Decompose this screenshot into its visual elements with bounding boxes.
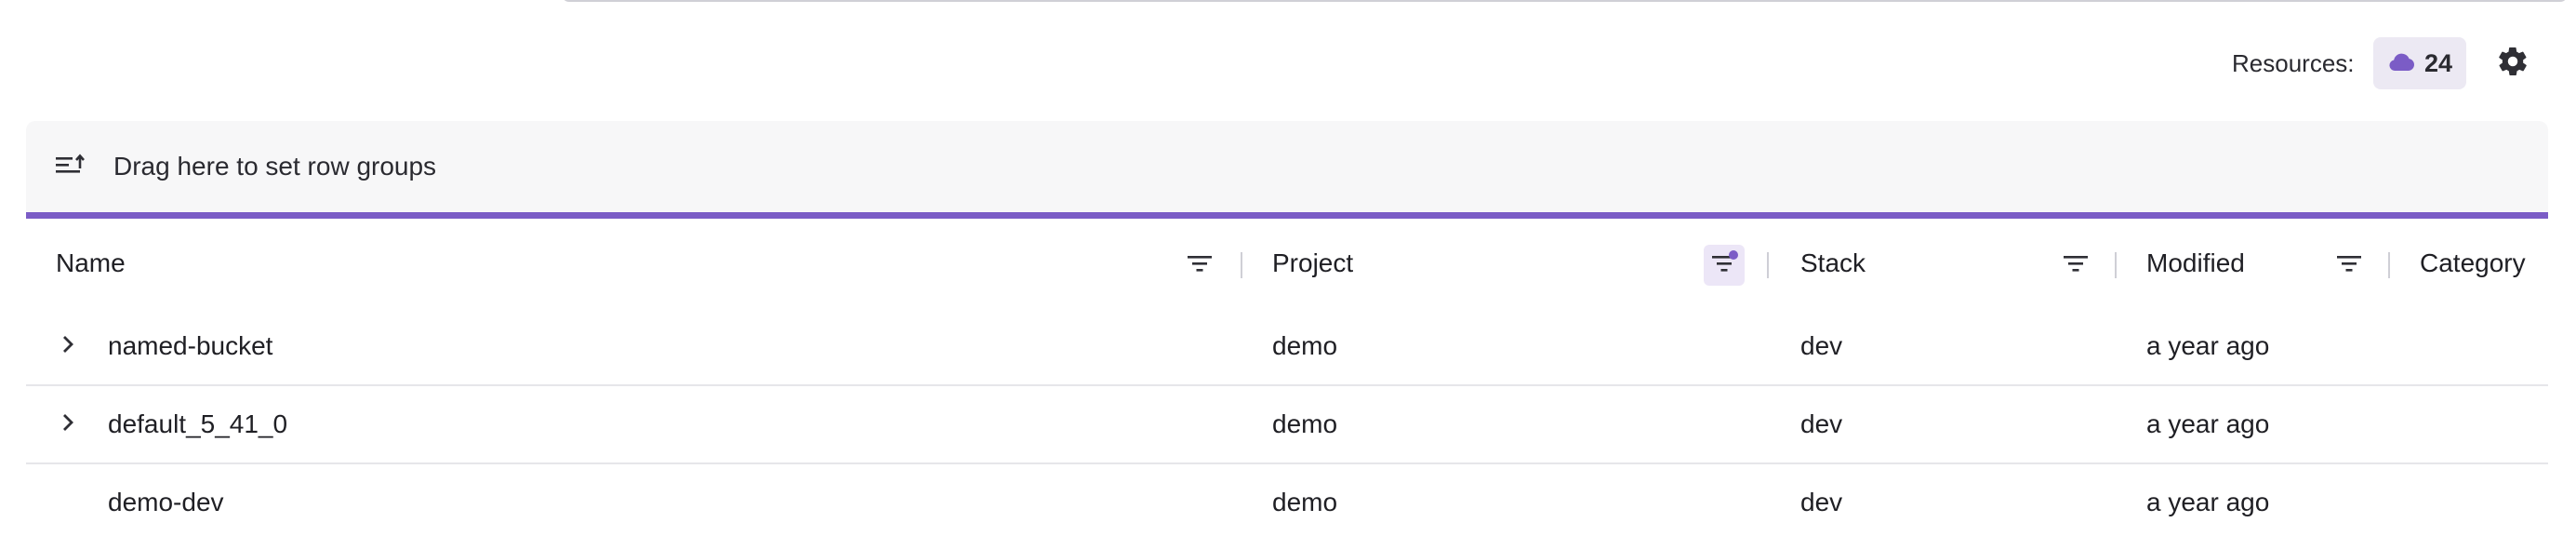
chevron-right-icon	[61, 334, 74, 359]
column-header-stack[interactable]: Stack	[1800, 219, 1866, 308]
cell-name: default_5_41_0	[108, 409, 288, 438]
resources-grid: Drag here to set row groups Name Project	[26, 121, 2548, 536]
column-resize-handle[interactable]	[2388, 252, 2390, 278]
cloud-icon	[2387, 51, 2415, 76]
cell-name: demo-dev	[108, 488, 224, 516]
column-header-project[interactable]: Project	[1272, 219, 1353, 308]
resources-label: Resources:	[2232, 49, 2355, 77]
row-group-hint: Drag here to set row groups	[113, 152, 437, 181]
filter-button-name[interactable]	[1179, 245, 1220, 286]
cell-modified: a year ago	[2146, 331, 2270, 360]
cell-stack: dev	[1800, 488, 1843, 516]
grid-header-row: Name Project Stack Modified Category	[26, 219, 2548, 308]
resources-count: 24	[2423, 48, 2453, 77]
filter-button-modified[interactable]	[2329, 245, 2370, 286]
column-header-modified[interactable]: Modified	[2146, 219, 2245, 308]
table-row[interactable]: default_5_41_0 demo dev a year ago	[26, 386, 2548, 464]
cell-project: demo	[1272, 488, 1338, 516]
resources-page: Resources: 24 Drag here to set row group…	[0, 0, 2576, 536]
cell-project: demo	[1272, 331, 1338, 360]
cell-stack: dev	[1800, 331, 1843, 360]
gear-icon	[2496, 45, 2530, 83]
cell-modified: a year ago	[2146, 409, 2270, 438]
header-accent-bar	[26, 212, 2548, 219]
active-filter-indicator	[1729, 250, 1738, 260]
chevron-right-icon	[61, 412, 74, 437]
filter-icon	[2336, 253, 2362, 278]
row-group-drop-zone[interactable]: Drag here to set row groups	[26, 121, 2548, 212]
expand-row-button[interactable]	[54, 410, 82, 438]
cell-name: named-bucket	[108, 331, 273, 360]
cell-modified: a year ago	[2146, 488, 2270, 516]
column-resize-handle[interactable]	[1767, 252, 1769, 278]
table-row[interactable]: demo-dev demo dev a year ago	[26, 464, 2548, 536]
settings-button[interactable]	[2494, 45, 2531, 82]
column-header-category[interactable]: Category	[2420, 219, 2526, 308]
column-header-name[interactable]: Name	[56, 219, 126, 308]
search-bar[interactable]	[562, 0, 2568, 2]
filter-icon	[1187, 253, 1213, 278]
column-resize-handle[interactable]	[1241, 252, 1242, 278]
expand-row-button[interactable]	[54, 332, 82, 360]
filter-button-project[interactable]	[1704, 245, 1745, 286]
filter-icon	[2063, 253, 2089, 278]
row-group-icon	[56, 153, 113, 181]
cell-project: demo	[1272, 409, 1338, 438]
column-resize-handle[interactable]	[2115, 252, 2117, 278]
cell-stack: dev	[1800, 409, 1843, 438]
filter-button-stack[interactable]	[2055, 245, 2096, 286]
table-row[interactable]: named-bucket demo dev a year ago	[26, 308, 2548, 386]
resources-count-badge[interactable]: 24	[2373, 37, 2466, 89]
